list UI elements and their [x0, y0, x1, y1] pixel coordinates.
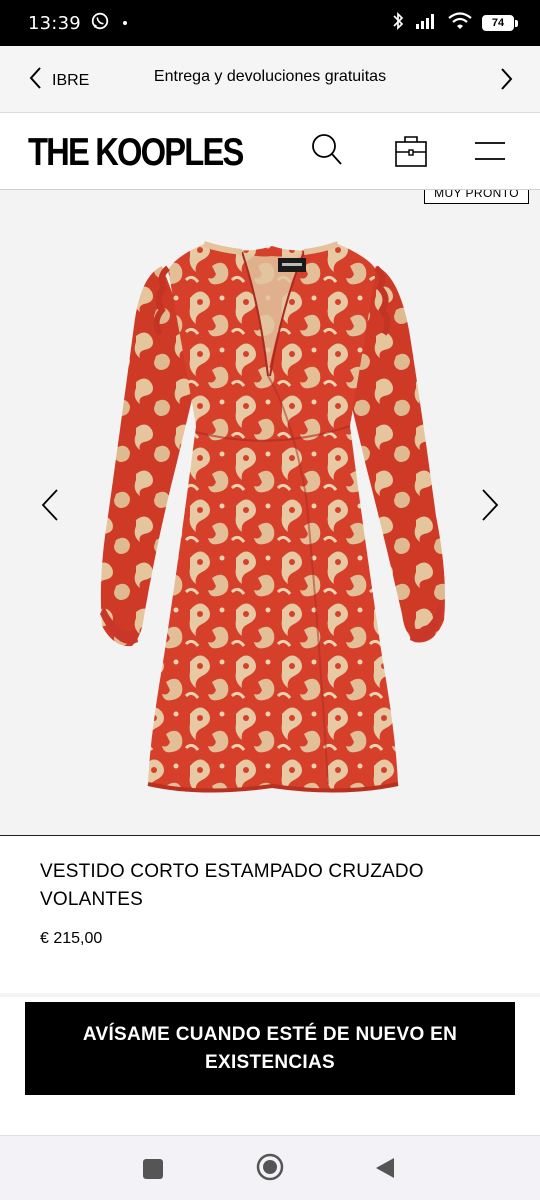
status-bar: 13:39 74 — [0, 0, 540, 46]
signal-icon — [414, 12, 438, 35]
gallery-next-button[interactable] — [480, 488, 500, 527]
status-time: 13:39 — [28, 12, 81, 34]
promo-banner: IBRE Entrega y devoluciones gratuitas — [0, 46, 540, 113]
product-image-gallery[interactable]: MUY PRONTO — [0, 190, 540, 836]
product-image — [100, 241, 445, 793]
home-icon — [255, 1153, 285, 1186]
chevron-right-icon — [500, 68, 514, 95]
bag-icon — [394, 136, 428, 173]
home-button[interactable] — [255, 1152, 285, 1187]
battery-icon: 74 — [482, 15, 518, 31]
promo-next-button[interactable] — [500, 67, 514, 96]
section-divider — [0, 993, 540, 997]
status-badge: MUY PRONTO — [424, 190, 529, 204]
recent-apps-button[interactable] — [139, 1155, 167, 1188]
notify-back-in-stock-button[interactable]: AVÍSAME CUANDO ESTÉ DE NUEVO EN EXISTENC… — [25, 1002, 515, 1095]
bag-button[interactable] — [394, 133, 428, 174]
back-icon — [372, 1158, 398, 1185]
search-icon — [311, 134, 343, 171]
search-button[interactable] — [311, 133, 343, 172]
chevron-left-icon — [40, 489, 60, 526]
more-notifications-dot — [122, 21, 127, 25]
promo-text: Entrega y devoluciones gratuitas — [153, 68, 387, 85]
product-title: VESTIDO CORTO ESTAMPADO CRUZADO VOLANTES — [40, 861, 424, 910]
recent-apps-icon — [139, 1159, 167, 1187]
product-price: € 215,00 — [40, 930, 103, 947]
bluetooth-icon — [392, 11, 404, 36]
menu-icon — [474, 142, 506, 166]
system-navigation-bar — [0, 1135, 540, 1200]
site-header: THE KOOPLES — [0, 113, 540, 190]
chevron-right-icon — [480, 489, 500, 526]
wifi-icon — [448, 11, 472, 36]
back-button[interactable] — [372, 1155, 398, 1186]
brand-logo[interactable]: THE KOOPLES — [28, 131, 244, 175]
menu-button[interactable] — [474, 140, 506, 167]
battery-level: 74 — [482, 15, 514, 31]
gallery-prev-button[interactable] — [40, 488, 60, 527]
whatsapp-icon — [91, 12, 109, 35]
